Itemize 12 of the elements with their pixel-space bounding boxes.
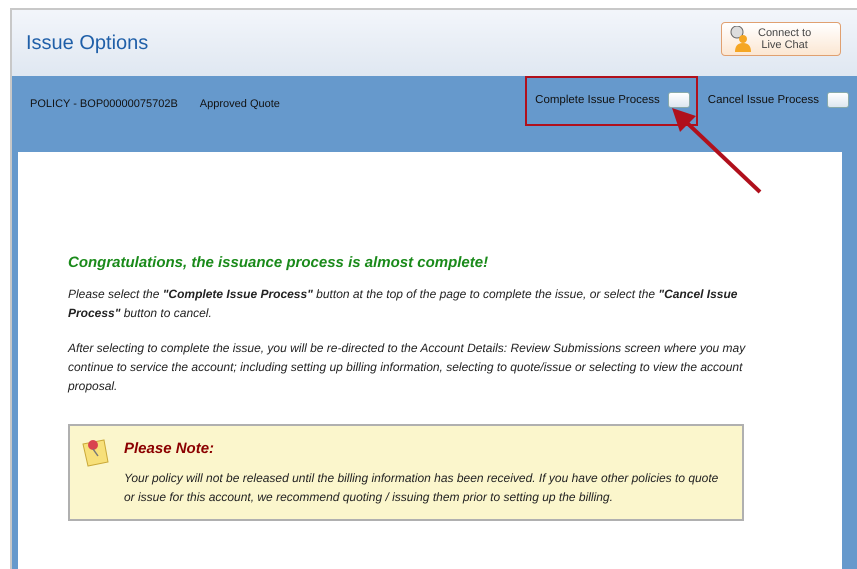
page-title: Issue Options: [26, 32, 148, 54]
note-title: Please Note:: [124, 440, 216, 457]
support-person-icon: [730, 26, 752, 52]
action-button[interactable]: Complete Issue Process: [525, 76, 698, 126]
policy-number: POLICY - BOP00000075702B: [30, 98, 178, 112]
success-heading: Congratulations, the issuance process is almost complete!: [68, 254, 490, 271]
instruction-paragraph: Please select the "Complete Issue Process" button at the top of the page to complete the issue, or select the "Cancel Issue Process" button to cancel.: [68, 286, 738, 322]
live-chat-button[interactable]: Connect to Live Chat: [721, 22, 841, 56]
note-text: Your policy will not be released until the billing information has been received. If you have other policies to quote or issue for this account, we recommend quoting / issuing them prior to setting up the billing.: [124, 470, 720, 506]
action-button[interactable]: Cancel Issue Process: [698, 76, 857, 126]
instruction-paragraph: After selecting to complete the issue, you will be re-directed to the Account Details: Review Submissions screen where you may continue to service the account; including setting up billing information, selecting to quote/issue or selecting to view the account proposal.: [68, 340, 747, 395]
policy-status: Approved Quote: [200, 98, 280, 112]
